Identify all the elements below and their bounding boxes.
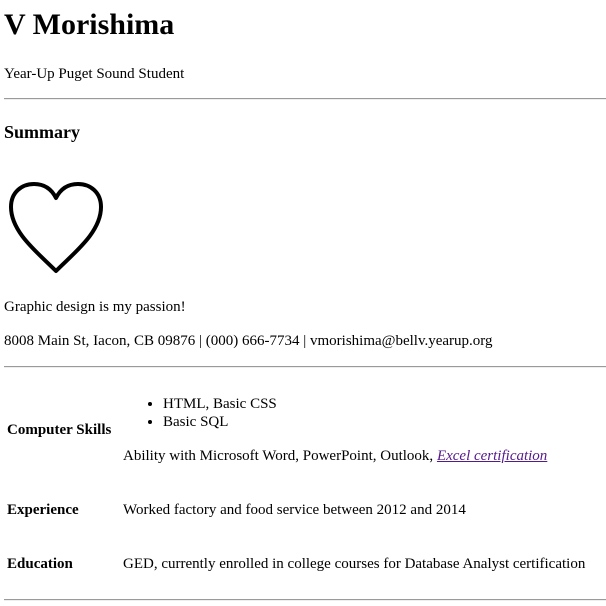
summary-heading: Summary	[4, 122, 80, 142]
computer-skills-label: Computer Skills	[7, 422, 112, 438]
ability-text: Ability with Microsoft Word, PowerPoint,…	[123, 448, 437, 464]
divider-bottom	[4, 599, 606, 601]
heart-icon	[9, 182, 103, 273]
list-item: HTML, Basic CSS	[163, 395, 277, 413]
divider-middle	[4, 366, 606, 368]
education-label: Education	[7, 556, 73, 572]
summary-passion: Graphic design is my passion!	[4, 299, 186, 315]
tagline: Year-Up Puget Sound Student	[4, 66, 185, 82]
education-value: GED, currently enrolled in college cours…	[123, 556, 586, 572]
divider-top	[4, 98, 606, 100]
ability-text-row: Ability with Microsoft Word, PowerPoint,…	[123, 447, 547, 465]
page-title: V Morishima	[4, 8, 175, 41]
excel-certification-link[interactable]: Excel certification	[437, 448, 547, 464]
experience-label: Experience	[7, 502, 79, 518]
contact-info: 8008 Main St, Iacon, CB 09876 | (000) 66…	[4, 333, 493, 349]
experience-value: Worked factory and food service between …	[123, 502, 466, 518]
list-item: Basic SQL	[163, 413, 277, 431]
skills-list: HTML, Basic CSS Basic SQL	[123, 395, 277, 431]
